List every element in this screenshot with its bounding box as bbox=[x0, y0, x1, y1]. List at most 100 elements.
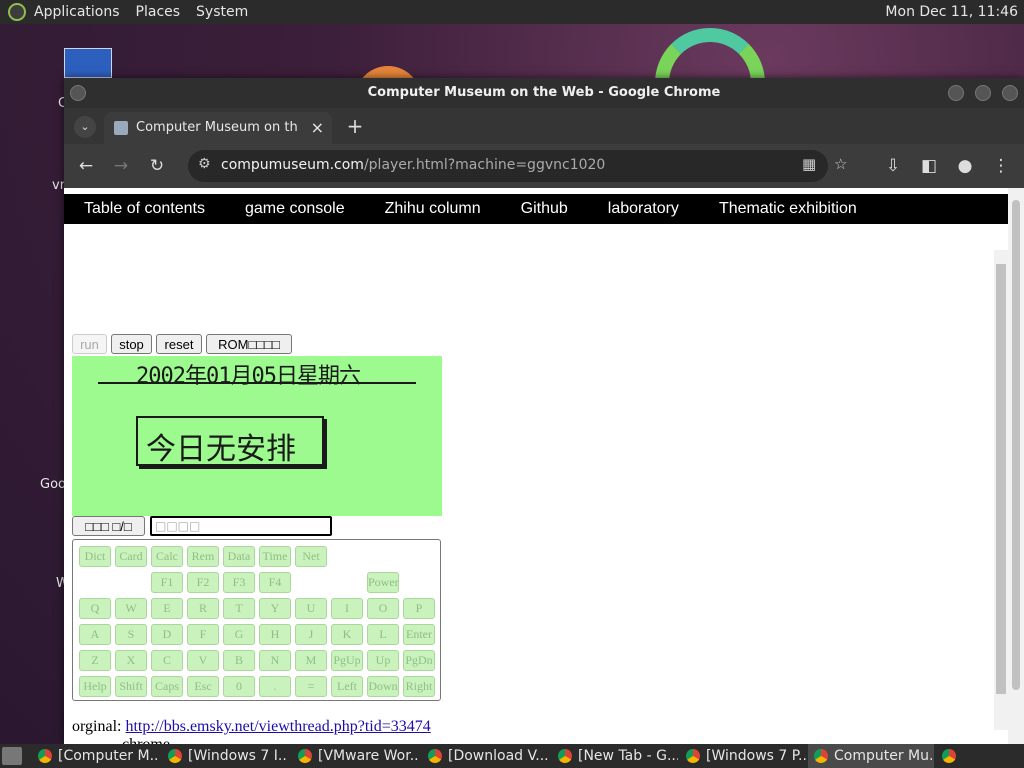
key-rem[interactable]: Rem bbox=[187, 546, 219, 567]
key-esc[interactable]: Esc bbox=[187, 676, 219, 697]
key-u[interactable]: U bbox=[295, 598, 327, 619]
key-net[interactable]: Net bbox=[295, 546, 327, 567]
url-text[interactable]: compumuseum.com/player.html?machine=ggvn… bbox=[221, 157, 605, 173]
site-info-icon[interactable]: ⚙ bbox=[198, 156, 211, 172]
key-right[interactable]: Right bbox=[403, 676, 435, 697]
reset-button[interactable]: reset bbox=[156, 334, 202, 354]
rom-button[interactable]: ROM□□□□ bbox=[206, 334, 292, 354]
key-f3[interactable]: F3 bbox=[223, 572, 255, 593]
reload-icon[interactable]: ↻ bbox=[146, 155, 168, 177]
key-r[interactable]: R bbox=[187, 598, 219, 619]
key-s[interactable]: S bbox=[115, 624, 147, 645]
key-up[interactable]: Up bbox=[367, 650, 399, 671]
key-calc[interactable]: Calc bbox=[151, 546, 183, 567]
nav-game-console[interactable]: game console bbox=[245, 200, 345, 218]
key-b[interactable]: B bbox=[223, 650, 255, 671]
menu-applications[interactable]: Applications bbox=[34, 4, 120, 20]
taskbar-item[interactable]: [Computer M... bbox=[32, 744, 158, 768]
key-f4[interactable]: F4 bbox=[259, 572, 291, 593]
key-l[interactable]: L bbox=[367, 624, 399, 645]
key-[interactable]: = bbox=[295, 676, 327, 697]
taskbar-chrome-launcher[interactable] bbox=[936, 744, 958, 768]
close-window-icon[interactable] bbox=[1002, 85, 1018, 101]
back-icon[interactable]: ← bbox=[75, 155, 97, 177]
window-menu-icon[interactable] bbox=[70, 85, 86, 101]
key-q[interactable]: Q bbox=[79, 598, 111, 619]
plus-icon[interactable]: + bbox=[344, 115, 366, 137]
run-button[interactable]: run bbox=[72, 334, 107, 354]
desktop-computer-icon[interactable] bbox=[64, 48, 112, 78]
bookmark-star-icon[interactable]: ☆ bbox=[834, 155, 847, 173]
page-scroll-thumb[interactable] bbox=[1012, 200, 1020, 690]
taskbar-item[interactable]: [New Tab - G... bbox=[552, 744, 678, 768]
text-input[interactable]: □□□□ bbox=[150, 516, 332, 536]
key-x[interactable]: X bbox=[115, 650, 147, 671]
mode-toggle-button[interactable]: □□□ □/□ bbox=[72, 516, 145, 536]
key-power[interactable]: Power bbox=[367, 572, 399, 593]
key-card[interactable]: Card bbox=[115, 546, 147, 567]
key-help[interactable]: Help bbox=[79, 676, 111, 697]
page-scrollbar[interactable] bbox=[1008, 188, 1024, 744]
clock[interactable]: Mon Dec 11, 11:46 bbox=[885, 4, 1018, 20]
side-panel-icon[interactable]: ◧ bbox=[918, 155, 940, 177]
key-data[interactable]: Data bbox=[223, 546, 255, 567]
minimize-icon[interactable] bbox=[948, 85, 964, 101]
key-n[interactable]: N bbox=[259, 650, 291, 671]
nav-thematic-exhibition[interactable]: Thematic exhibition bbox=[719, 200, 857, 218]
maximize-icon[interactable] bbox=[975, 85, 991, 101]
stop-button[interactable]: stop bbox=[111, 334, 152, 354]
key-h[interactable]: H bbox=[259, 624, 291, 645]
key-down[interactable]: Down bbox=[367, 676, 399, 697]
download-icon[interactable]: ⇩ bbox=[882, 155, 904, 177]
iframe-scroll-thumb[interactable] bbox=[996, 264, 1006, 694]
emulator-screen[interactable]: 2002年01月05日星期六 今日无安排 bbox=[72, 356, 442, 516]
key-d[interactable]: D bbox=[151, 624, 183, 645]
key-caps[interactable]: Caps bbox=[151, 676, 183, 697]
show-desktop-icon[interactable] bbox=[2, 747, 22, 765]
nav-zhihu-column[interactable]: Zhihu column bbox=[385, 200, 481, 218]
taskbar-item[interactable]: [Download V... bbox=[422, 744, 548, 768]
forward-icon[interactable]: → bbox=[110, 155, 132, 177]
key-0[interactable]: 0 bbox=[223, 676, 255, 697]
taskbar-item[interactable]: [Windows 7 P... bbox=[680, 744, 806, 768]
key-v[interactable]: V bbox=[187, 650, 219, 671]
nav-laboratory[interactable]: laboratory bbox=[608, 200, 679, 218]
key-enter[interactable]: Enter bbox=[403, 624, 435, 645]
menu-places[interactable]: Places bbox=[136, 4, 181, 20]
close-icon[interactable]: × bbox=[311, 118, 324, 137]
key-shift[interactable]: Shift bbox=[115, 676, 147, 697]
taskbar-item[interactable]: [Windows 7 I... bbox=[162, 744, 288, 768]
taskbar-item[interactable]: [VMware Wor... bbox=[292, 744, 418, 768]
key-w[interactable]: W bbox=[115, 598, 147, 619]
key-j[interactable]: J bbox=[295, 624, 327, 645]
key-o[interactable]: O bbox=[367, 598, 399, 619]
key-time[interactable]: Time bbox=[259, 546, 291, 567]
tab-search-icon[interactable]: ⌄ bbox=[74, 116, 96, 138]
tab-computer-museum[interactable]: Computer Museum on the W × bbox=[104, 112, 332, 144]
key-g[interactable]: G bbox=[223, 624, 255, 645]
iframe-scrollbar[interactable] bbox=[994, 250, 1008, 730]
window-titlebar[interactable]: Computer Museum on the Web - Google Chro… bbox=[64, 78, 1024, 108]
key-k[interactable]: K bbox=[331, 624, 363, 645]
key-e[interactable]: E bbox=[151, 598, 183, 619]
distro-logo-icon[interactable] bbox=[8, 3, 26, 21]
menu-kebab-icon[interactable]: ⋮ bbox=[990, 155, 1012, 177]
original-link[interactable]: http://bbs.emsky.net/viewthread.php?tid=… bbox=[125, 718, 430, 735]
key-i[interactable]: I bbox=[331, 598, 363, 619]
key-z[interactable]: Z bbox=[79, 650, 111, 671]
taskbar-item-active[interactable]: Computer Mu... bbox=[808, 744, 934, 768]
address-bar[interactable]: ⚙ compumuseum.com/player.html?machine=gg… bbox=[188, 150, 847, 182]
key-left[interactable]: Left bbox=[331, 676, 363, 697]
key-p[interactable]: P bbox=[403, 598, 435, 619]
profile-icon[interactable]: ● bbox=[954, 155, 976, 177]
nav-table-of-contents[interactable]: Table of contents bbox=[84, 200, 205, 218]
menu-system[interactable]: System bbox=[196, 4, 248, 20]
nav-github[interactable]: Github bbox=[521, 200, 568, 218]
key-y[interactable]: Y bbox=[259, 598, 291, 619]
translate-icon[interactable]: ▦ bbox=[802, 155, 816, 173]
key-[interactable]: . bbox=[259, 676, 291, 697]
key-pgdn[interactable]: PgDn bbox=[403, 650, 435, 671]
key-f2[interactable]: F2 bbox=[187, 572, 219, 593]
key-dict[interactable]: Dict bbox=[79, 546, 111, 567]
key-t[interactable]: T bbox=[223, 598, 255, 619]
